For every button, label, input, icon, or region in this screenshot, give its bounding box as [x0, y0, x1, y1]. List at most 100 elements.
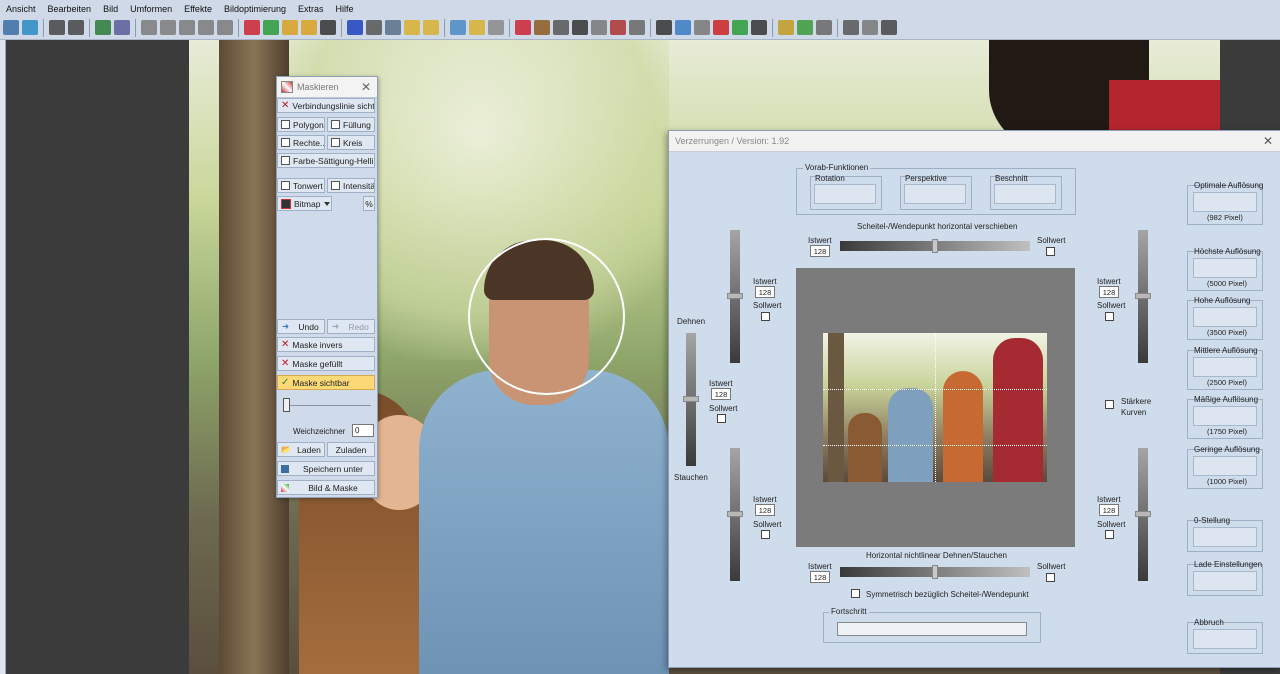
histogram-icon[interactable] [694, 20, 710, 35]
slider-thumb[interactable] [932, 239, 938, 253]
circle-icon[interactable] [553, 20, 569, 35]
menu-bild[interactable]: Bild [97, 4, 124, 14]
sollwert-checkbox[interactable] [761, 530, 770, 539]
mask-invert-button[interactable]: ✕ Maske invers [277, 337, 375, 352]
menu-umformen[interactable]: Umformen [124, 4, 178, 14]
image-mask-button[interactable]: Bild & Maske [277, 480, 375, 495]
polygon-button[interactable]: Polygon [277, 117, 325, 132]
sollwert-checkbox[interactable] [1046, 247, 1055, 256]
stronger-curves-checkbox[interactable] [1105, 400, 1114, 409]
mask-circle[interactable] [468, 238, 625, 395]
mask-visible-button[interactable]: ✓ Maske sichtbar [277, 375, 375, 390]
layout-icon[interactable] [3, 20, 19, 35]
pattern-icon[interactable] [610, 20, 626, 35]
resolution-button[interactable] [1193, 307, 1257, 327]
slider-thumb[interactable] [283, 398, 290, 412]
table-icon[interactable] [366, 20, 382, 35]
sollwert-checkbox[interactable] [1105, 530, 1114, 539]
mask-slider[interactable] [283, 398, 371, 412]
v-slider-top-right[interactable] [1135, 230, 1151, 363]
resolution-button[interactable] [1193, 456, 1257, 476]
redo-icon[interactable] [68, 20, 84, 35]
rect-icon[interactable] [141, 20, 157, 35]
close-icon[interactable]: ✕ [361, 80, 371, 94]
resolution-button[interactable] [1193, 258, 1257, 278]
rect-icon[interactable] [179, 20, 195, 35]
menu-hilfe[interactable]: Hilfe [330, 4, 360, 14]
resolution-button[interactable] [1193, 192, 1257, 212]
h-shift-slider[interactable] [840, 239, 1030, 253]
frame-icon[interactable] [404, 20, 420, 35]
crop-field[interactable] [994, 184, 1056, 204]
face-icon[interactable] [282, 20, 298, 35]
ie-icon[interactable] [320, 20, 336, 35]
grid-icon[interactable] [114, 20, 130, 35]
rotate-icon[interactable] [263, 20, 279, 35]
perspective-field[interactable] [904, 184, 966, 204]
chart-icon[interactable] [450, 20, 466, 35]
color-saturation-button[interactable]: Farbe-Sättigung-Helli... [277, 153, 375, 168]
frame-icon[interactable] [423, 20, 439, 35]
symmetric-checkbox[interactable] [851, 589, 860, 598]
3d-face-icon[interactable] [301, 20, 317, 35]
rotation-field[interactable] [814, 184, 876, 204]
circle-button[interactable]: Kreis [327, 135, 375, 150]
zero-position-button[interactable] [1193, 527, 1257, 547]
color-wheel-icon[interactable] [732, 20, 748, 35]
undo-icon[interactable] [49, 20, 65, 35]
rect-icon[interactable] [591, 20, 607, 35]
slider-thumb[interactable] [683, 396, 699, 402]
menu-extras[interactable]: Extras [292, 4, 330, 14]
grid-icon[interactable] [778, 20, 794, 35]
load-button[interactable]: 📂 Laden [277, 442, 325, 457]
slider-thumb[interactable] [727, 293, 743, 299]
image-icon[interactable] [385, 20, 401, 35]
paint-icon[interactable] [675, 20, 691, 35]
sollwert-checkbox[interactable] [761, 312, 770, 321]
fill-button[interactable]: Füllung [327, 117, 375, 132]
close-icon[interactable]: ✕ [1263, 134, 1273, 148]
save-as-button[interactable]: Speichern unter [277, 461, 375, 476]
slider-thumb[interactable] [1135, 293, 1151, 299]
image-icon[interactable] [488, 20, 504, 35]
text-icon[interactable] [572, 20, 588, 35]
sollwert-checkbox[interactable] [1105, 312, 1114, 321]
crop-icon[interactable] [244, 20, 260, 35]
menu-bildoptimierung[interactable]: Bildoptimierung [218, 4, 292, 14]
zoom-icon[interactable] [534, 20, 550, 35]
rgb-icon[interactable] [713, 20, 729, 35]
image-icon[interactable] [797, 20, 813, 35]
load-settings-button[interactable] [1193, 571, 1257, 591]
pc-icon[interactable] [347, 20, 363, 35]
v-slider-top-left[interactable] [727, 230, 743, 363]
redo-button[interactable]: ➜ Redo [327, 319, 375, 334]
menu-ansicht[interactable]: Ansicht [0, 4, 42, 14]
burst-icon[interactable] [656, 20, 672, 35]
sollwert-checkbox[interactable] [717, 414, 726, 423]
rect-icon[interactable] [217, 20, 233, 35]
v-slider-bottom-right[interactable] [1135, 448, 1151, 581]
cancel-button[interactable] [1193, 629, 1257, 649]
menu-bearbeiten[interactable]: Bearbeiten [42, 4, 98, 14]
refresh-icon[interactable] [22, 20, 38, 35]
mask-filled-button[interactable]: ✕ Maske gefüllt [277, 356, 375, 371]
slider-thumb[interactable] [1135, 511, 1151, 517]
panel-icon[interactable] [843, 20, 859, 35]
select-icon[interactable] [95, 20, 111, 35]
slider-thumb[interactable] [932, 565, 938, 579]
v-slider-stretch[interactable] [683, 333, 699, 466]
undo-button[interactable]: ➜ Undo [277, 319, 325, 334]
slider-thumb[interactable] [727, 511, 743, 517]
panel-icon[interactable] [862, 20, 878, 35]
h-stretch-slider[interactable] [840, 565, 1030, 579]
save-icon[interactable] [629, 20, 645, 35]
frame-icon[interactable] [469, 20, 485, 35]
preview-image[interactable] [823, 333, 1047, 482]
menu-effekte[interactable]: Effekte [178, 4, 218, 14]
rect-button[interactable]: Rechte... [277, 135, 325, 150]
percent-button[interactable]: % [363, 196, 375, 211]
ie-icon[interactable] [751, 20, 767, 35]
scissors-icon[interactable] [881, 20, 897, 35]
v-slider-bottom-left[interactable] [727, 448, 743, 581]
hash-icon[interactable] [816, 20, 832, 35]
